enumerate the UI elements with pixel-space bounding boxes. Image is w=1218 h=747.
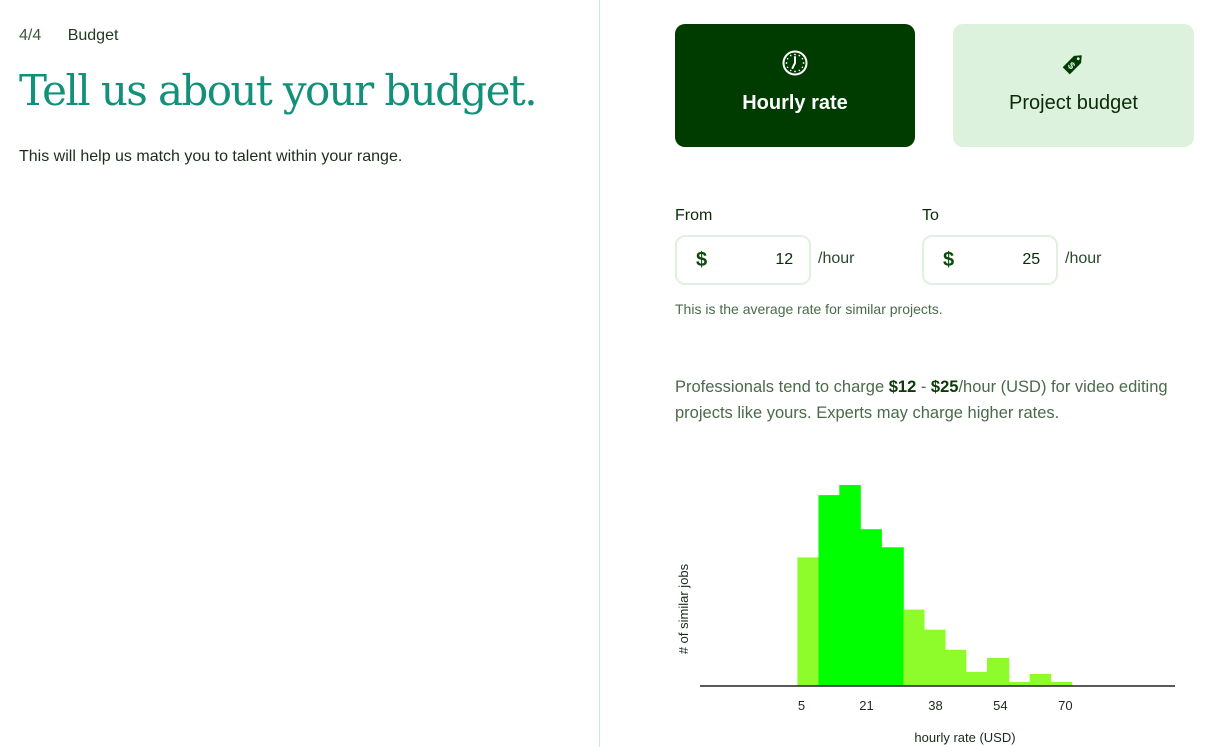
range-low: $12	[888, 378, 917, 396]
x-tick-label-2: 38	[928, 698, 942, 713]
step-name: Budget	[67, 27, 119, 44]
intro-panel: 4/4 Budget Tell us about your budget. Th…	[0, 0, 599, 747]
average-rate-hint: This is the average rate for similar pro…	[675, 301, 943, 317]
y-axis-label: # of similar jobs	[676, 563, 691, 654]
histogram-bar-2	[839, 485, 861, 686]
from-unit: /hour	[818, 250, 855, 267]
project-budget-label: Project budget	[1009, 92, 1138, 114]
histogram-bars	[797, 485, 1073, 686]
step-number: 4/4	[19, 27, 42, 44]
range-high: $25	[930, 378, 959, 396]
histogram-bar-9	[987, 657, 1010, 686]
histogram-bar-8	[965, 671, 988, 686]
histogram-bar-0	[797, 557, 819, 686]
page-subtitle: This will help us match you to talent wi…	[19, 148, 403, 165]
histogram-bar-11	[1029, 673, 1052, 686]
panel-divider	[599, 0, 600, 747]
to-currency-symbol: $	[943, 248, 955, 271]
note-text-before: Professionals tend to charge	[675, 378, 889, 396]
clock-icon	[781, 49, 809, 77]
x-axis-ticks: 5 21 38 54 70	[798, 698, 1073, 713]
price-tag-icon: $	[1060, 49, 1088, 77]
step-indicator: 4/4 Budget	[19, 27, 118, 45]
to-rate-input[interactable]	[968, 250, 1043, 270]
professionals-rate-note: Professionals tend to charge $12 - $25/h…	[675, 374, 1175, 426]
histogram-bar-3	[860, 529, 882, 686]
to-unit: /hour	[1065, 250, 1102, 267]
histogram-bar-4	[881, 547, 904, 686]
from-label: From	[675, 207, 713, 224]
from-rate-input[interactable]	[721, 250, 796, 270]
to-rate-field[interactable]: $	[922, 235, 1058, 285]
page-title: Tell us about your budget.	[19, 66, 538, 115]
to-label: To	[922, 207, 939, 224]
x-tick-label-1: 21	[859, 698, 873, 713]
histogram-bar-7	[945, 649, 967, 686]
project-budget-option[interactable]: $ Project budget	[953, 24, 1194, 147]
from-rate-field[interactable]: $	[675, 235, 811, 285]
rate-histogram: 5 21 38 54 70 hourly rate (USD) # of similar…	[676, 485, 1175, 745]
histogram-bar-1	[818, 495, 840, 686]
histogram-bar-6	[924, 629, 946, 686]
x-tick-label-0: 5	[798, 698, 805, 713]
x-tick-label-3: 54	[993, 698, 1007, 713]
x-tick-label-4: 70	[1058, 698, 1072, 713]
histogram-bar-5	[903, 609, 925, 686]
hourly-rate-label: Hourly rate	[742, 92, 848, 114]
from-currency-symbol: $	[696, 248, 708, 271]
hourly-rate-option[interactable]: Hourly rate	[675, 24, 915, 147]
range-dash: -	[916, 378, 931, 396]
x-axis-label: hourly rate (USD)	[914, 730, 1015, 745]
